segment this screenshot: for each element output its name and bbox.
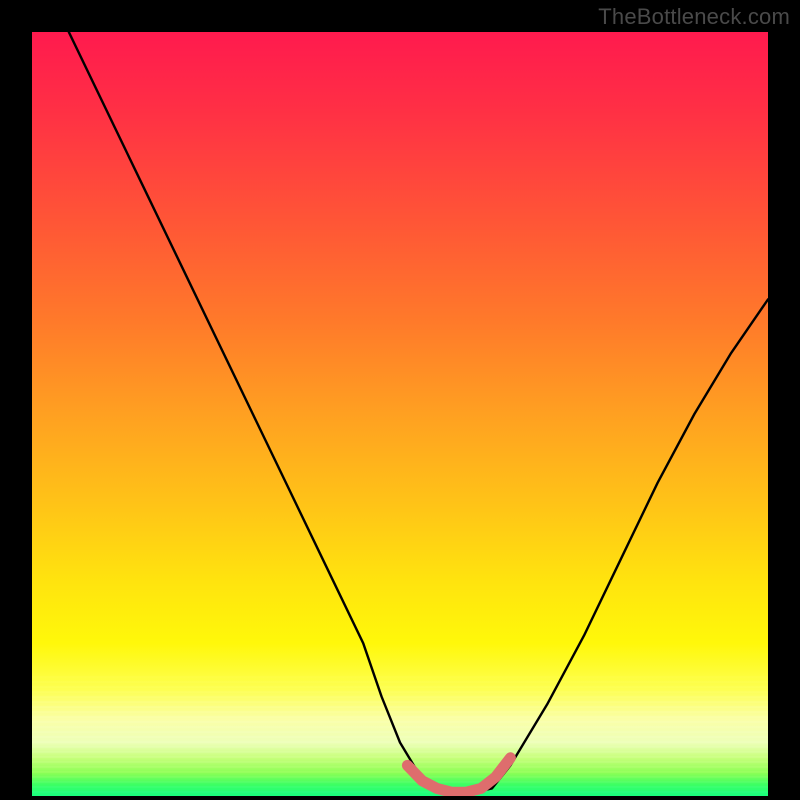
curve-svg	[32, 32, 768, 796]
watermark-text: TheBottleneck.com	[598, 4, 790, 30]
chart-frame: TheBottleneck.com	[0, 0, 800, 800]
optimal-range-highlight	[407, 758, 510, 792]
bottleneck-curve	[69, 32, 768, 792]
plot-area	[32, 32, 768, 796]
